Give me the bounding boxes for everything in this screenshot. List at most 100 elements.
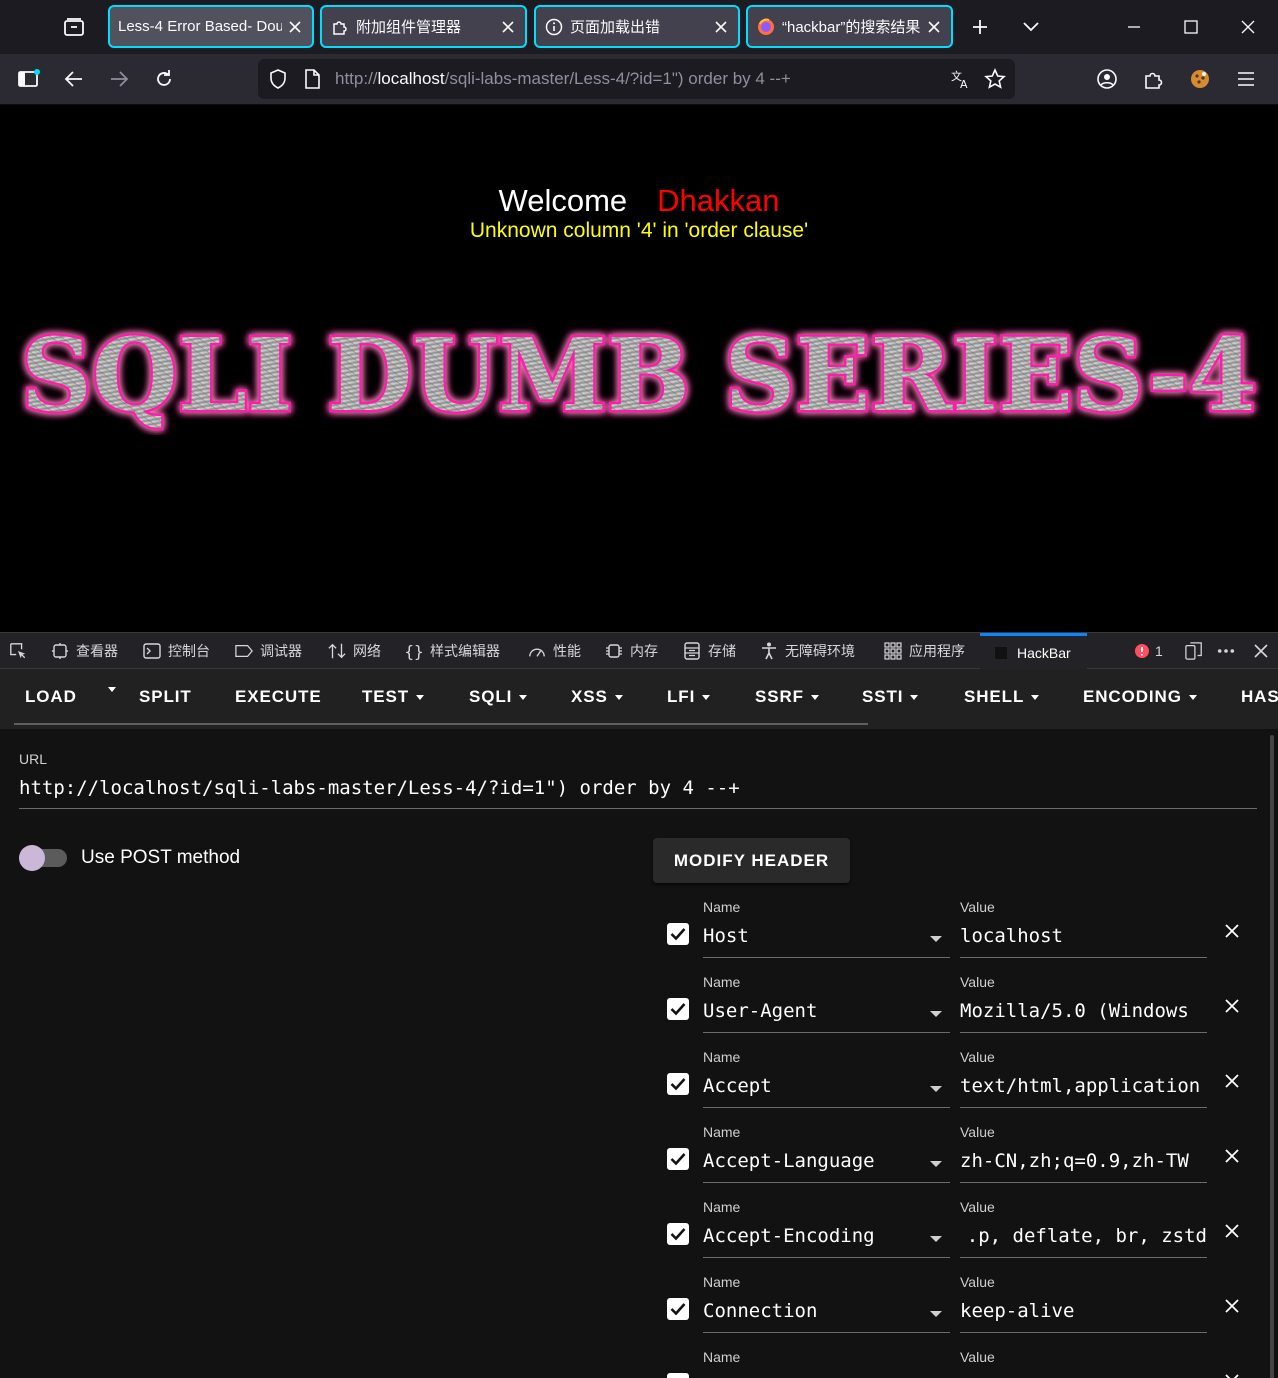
header-enabled-checkbox[interactable] xyxy=(667,1298,689,1320)
modify-header-button[interactable]: MODIFY HEADER xyxy=(653,838,850,883)
tab-inspector[interactable]: 查看器 xyxy=(51,633,118,669)
delete-header-button[interactable] xyxy=(1222,1221,1242,1241)
panel-scrollbar[interactable] xyxy=(1270,735,1274,1378)
load-dropdown-button[interactable] xyxy=(101,687,116,692)
tab-network[interactable]: 网络 xyxy=(328,633,381,669)
hashing-menu-button[interactable]: HAS xyxy=(1241,687,1278,707)
network-icon xyxy=(328,642,346,660)
tab-hackbar-search[interactable]: “hackbar”的搜索结果 xyxy=(746,5,953,48)
button-label: TEST xyxy=(362,687,410,706)
tab-application[interactable]: 应用程序 xyxy=(884,633,965,669)
header-value-input[interactable]: zh-CN,zh;q=0.9,zh-TW xyxy=(960,1150,1207,1183)
menu-button[interactable] xyxy=(1229,63,1263,95)
tab-style-editor[interactable]: {} 样式编辑器 xyxy=(404,633,500,669)
header-enabled-checkbox[interactable] xyxy=(667,1148,689,1170)
tab-accessibility[interactable]: 无障碍环境 xyxy=(760,633,855,669)
info-icon xyxy=(544,17,564,37)
header-name-select[interactable]: Host xyxy=(703,925,950,958)
page-icon[interactable] xyxy=(304,69,320,94)
tab-strip: Less-4 Error Based- Double Quotes- Strin… xyxy=(0,0,1278,54)
close-icon[interactable] xyxy=(925,18,943,36)
execute-button[interactable]: EXECUTE xyxy=(235,687,322,707)
shell-menu-button[interactable]: SHELL xyxy=(964,687,1040,707)
header-enabled-checkbox[interactable] xyxy=(667,923,689,945)
header-value-text: text/html,application xyxy=(960,1075,1201,1097)
new-tab-button[interactable] xyxy=(964,12,996,42)
bookmark-star-icon[interactable] xyxy=(984,68,1006,95)
post-method-toggle[interactable]: Use POST method xyxy=(19,845,240,871)
tab-load-error[interactable]: 页面加载出错 xyxy=(534,5,740,48)
header-name-select[interactable]: Accept xyxy=(703,1075,950,1108)
lfi-menu-button[interactable]: LFI xyxy=(667,687,711,707)
responsive-design-button[interactable] xyxy=(1185,633,1210,669)
header-name-select[interactable]: Accept-Encoding xyxy=(703,1225,950,1258)
url-input[interactable]: http://localhost/sqli-labs-master/Less-4… xyxy=(19,777,1257,809)
window-close-button[interactable] xyxy=(1232,12,1264,42)
back-button[interactable] xyxy=(57,63,91,95)
tab-hackbar[interactable]: HackBar xyxy=(980,633,1087,669)
header-value-input[interactable]: Mozilla/5.0 (Windows xyxy=(960,1000,1207,1033)
hamburger-icon xyxy=(1238,72,1254,86)
extensions-button[interactable] xyxy=(1136,63,1170,95)
load-button[interactable]: LOAD xyxy=(25,687,77,707)
tab-console[interactable]: 控制台 xyxy=(143,633,210,669)
toggle-switch[interactable] xyxy=(19,845,67,871)
delete-header-button[interactable] xyxy=(1222,921,1242,941)
minimize-icon xyxy=(1128,26,1140,28)
header-enabled-checkbox[interactable] xyxy=(667,1073,689,1095)
close-icon[interactable] xyxy=(712,18,730,36)
xss-menu-button[interactable]: XSS xyxy=(571,687,623,707)
delete-header-button[interactable] xyxy=(1222,1146,1242,1166)
forward-button[interactable] xyxy=(102,63,136,95)
encoding-menu-button[interactable]: ENCODING xyxy=(1083,687,1197,707)
split-button[interactable]: SPLIT xyxy=(139,687,192,707)
header-name-select[interactable]: User-Agent xyxy=(703,1000,950,1033)
reload-button[interactable] xyxy=(147,63,181,95)
delete-header-button[interactable] xyxy=(1222,1371,1242,1378)
ssti-menu-button[interactable]: SSTI xyxy=(862,687,919,707)
tab-addons[interactable]: 附加组件管理器 xyxy=(320,5,527,48)
header-row: Name Value Connection keep-alive xyxy=(664,1274,1254,1349)
header-name-select[interactable]: Connection xyxy=(703,1300,950,1333)
header-name-select[interactable]: Accept-Language xyxy=(703,1150,950,1183)
address-bar[interactable]: http://localhost/sqli-labs-master/Less-4… xyxy=(258,59,1015,99)
header-enabled-checkbox[interactable] xyxy=(667,1373,689,1378)
sqli-menu-button[interactable]: SQLI xyxy=(469,687,528,707)
minimize-button[interactable] xyxy=(1118,12,1150,42)
list-all-tabs-button[interactable] xyxy=(1015,12,1047,42)
header-enabled-checkbox[interactable] xyxy=(667,998,689,1020)
close-icon[interactable] xyxy=(286,18,304,36)
user-name: Dhakkan xyxy=(657,183,780,218)
header-value-input[interactable]: text/html,application xyxy=(960,1075,1207,1108)
url-text[interactable]: http://localhost/sqli-labs-master/Less-4… xyxy=(335,69,791,89)
tab-memory[interactable]: 内存 xyxy=(605,633,658,669)
translate-icon[interactable]: 文A xyxy=(950,68,972,95)
devtools-close-button[interactable] xyxy=(1252,633,1277,669)
firefox-view-button[interactable] xyxy=(56,12,92,42)
tab-performance[interactable]: 性能 xyxy=(528,633,581,669)
header-value-input[interactable]: keep-alive xyxy=(960,1300,1207,1333)
close-icon[interactable] xyxy=(499,18,517,36)
tab-debugger[interactable]: 调试器 xyxy=(235,633,302,669)
delete-header-button[interactable] xyxy=(1222,1071,1242,1091)
header-value-input[interactable]: .p, deflate, br, zstd xyxy=(960,1225,1207,1258)
devtools-menu-button[interactable] xyxy=(1217,633,1242,669)
header-value-label: Value xyxy=(960,974,995,990)
maximize-button[interactable] xyxy=(1175,12,1207,42)
hackbar-extension-button[interactable] xyxy=(1183,63,1217,95)
account-button[interactable] xyxy=(1090,63,1124,95)
tab-storage[interactable]: 存储 xyxy=(683,633,736,669)
delete-header-button[interactable] xyxy=(1222,1296,1242,1316)
header-name-text: User-Agent xyxy=(703,1000,818,1022)
shield-icon[interactable] xyxy=(269,69,287,94)
error-count-badge[interactable]: 1 xyxy=(1133,633,1163,669)
tab-less4[interactable]: Less-4 Error Based- Double Quotes- Strin… xyxy=(108,5,314,48)
test-menu-button[interactable]: TEST xyxy=(362,687,425,707)
header-value-input[interactable]: localhost xyxy=(960,925,1207,958)
ssrf-menu-button[interactable]: SSRF xyxy=(755,687,819,707)
sidebar-button[interactable] xyxy=(12,63,46,95)
delete-header-button[interactable] xyxy=(1222,996,1242,1016)
header-enabled-checkbox[interactable] xyxy=(667,1223,689,1245)
url-scheme: http:// xyxy=(335,69,378,88)
element-picker-button[interactable] xyxy=(9,633,34,669)
